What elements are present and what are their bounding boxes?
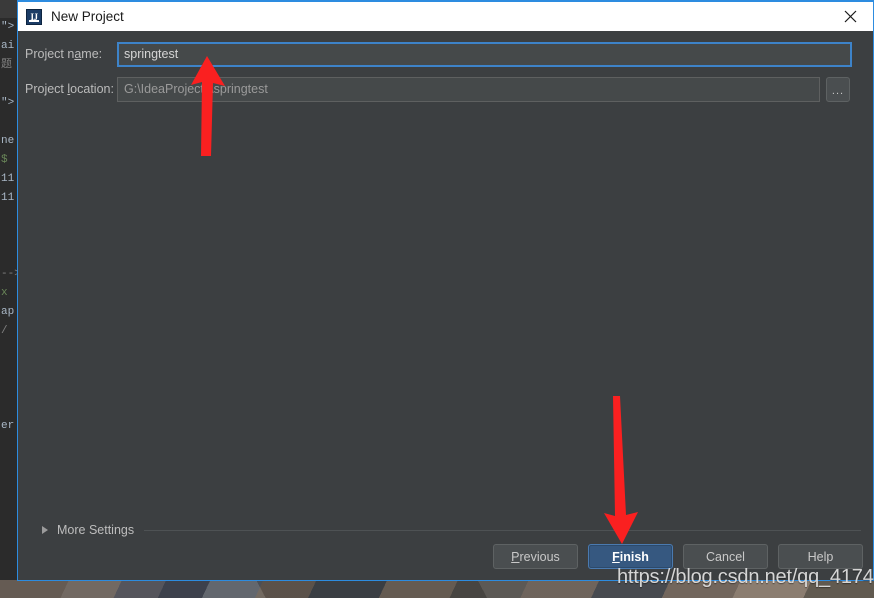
ide-strip-line: er: [1, 420, 15, 432]
previous-button[interactable]: Previous: [493, 544, 578, 569]
finish-button-mnemonic: F: [612, 549, 620, 564]
ide-strip-line: 题: [1, 59, 12, 71]
previous-button-label: revious: [519, 549, 560, 564]
more-settings-toggle[interactable]: More Settings: [28, 520, 863, 540]
project-location-row: Project location: G:\IdeaProjects\spring…: [18, 76, 873, 102]
close-icon[interactable]: [827, 2, 873, 31]
ide-strip-line: -->: [1, 268, 18, 280]
dialog-title: New Project: [51, 9, 124, 24]
finish-button-label: inish: [619, 549, 649, 564]
project-name-label: Project name:: [25, 47, 117, 61]
project-name-value: springtest: [124, 47, 179, 61]
ide-strip-line: 11: [1, 192, 15, 204]
project-location-value: G:\IdeaProjects\springtest: [124, 82, 268, 96]
ide-strip-line: $: [1, 154, 8, 166]
chevron-right-icon: [42, 526, 48, 534]
ide-strip-line: ne: [1, 135, 15, 147]
ide-strip-line: ai: [1, 40, 15, 52]
watermark-url: https://blog.csdn.net/qq_41741884: [617, 566, 874, 588]
dialog-title-bar: IJ New Project: [17, 0, 874, 31]
dialog-content: Project name: springtest Project locatio…: [18, 31, 873, 580]
background-ide-editor-strip: "> ai 题 "> ne $ 11 11 --> x ap / er: [0, 18, 18, 580]
project-name-label-tail: me:: [81, 47, 103, 61]
intellij-idea-icon: IJ: [26, 8, 42, 25]
project-location-label-text: Project: [25, 82, 68, 96]
separator-line: [144, 529, 861, 531]
browse-folder-button[interactable]: ...: [826, 76, 850, 102]
project-location-input[interactable]: G:\IdeaProjects\springtest: [117, 76, 820, 102]
ide-strip-line: /: [1, 325, 8, 337]
project-location-label-tail: ocation:: [70, 82, 114, 96]
more-settings-label: More Settings: [57, 523, 135, 537]
project-name-input[interactable]: springtest: [117, 41, 852, 67]
ide-strip-line: ">: [1, 97, 15, 109]
project-location-label: Project location:: [25, 82, 117, 96]
project-name-label-text: Project n: [25, 47, 75, 61]
ide-strip-line: x: [1, 287, 8, 299]
previous-button-mnemonic: P: [511, 549, 520, 564]
ide-strip-line: ">: [1, 21, 15, 33]
project-name-row: Project name: springtest: [18, 41, 873, 67]
ide-strip-line: 11: [1, 173, 15, 185]
ide-strip-line: ap: [1, 306, 15, 318]
new-project-dialog: IJ New Project Project name: springtest …: [17, 0, 874, 581]
